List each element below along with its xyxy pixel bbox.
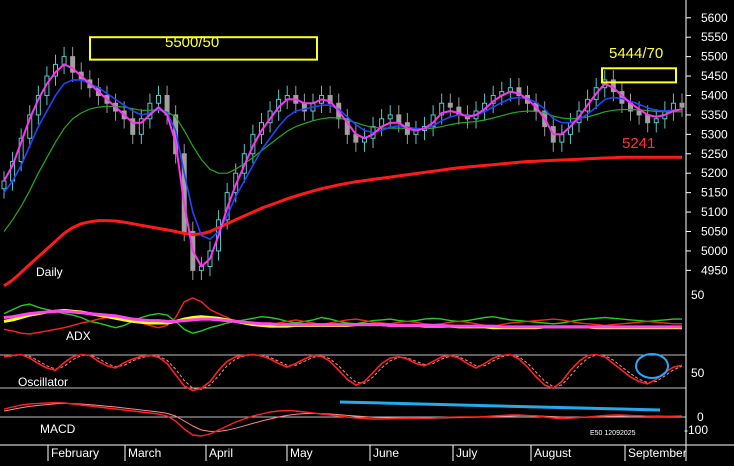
month-label: August <box>534 446 572 460</box>
price-tick-label: 5500 <box>701 50 728 64</box>
month-label: April <box>209 446 233 460</box>
price-tick-label: 5150 <box>701 186 728 200</box>
price-tick-label: 5000 <box>701 244 728 258</box>
month-label: May <box>290 446 313 460</box>
month-label: March <box>128 446 161 460</box>
price-tick-label: 5600 <box>701 11 728 25</box>
price-tick-label: 5450 <box>701 69 728 83</box>
price-tick-label: 5350 <box>701 108 728 122</box>
candle-body <box>387 114 393 120</box>
adx-tick-50: 50 <box>691 288 705 302</box>
candle-body <box>679 102 685 108</box>
price-tick-label: 5400 <box>701 88 728 102</box>
candle-body <box>636 110 642 116</box>
price-tick-label: 5200 <box>701 166 728 180</box>
month-label: February <box>51 446 99 460</box>
price-tick-label: 5300 <box>701 127 728 141</box>
box1-label: 5500/50 <box>165 34 219 51</box>
price-tick-label: 5250 <box>701 147 728 161</box>
pane-label-daily: Daily <box>36 265 63 279</box>
month-label: July <box>456 446 477 460</box>
price-tick-label: 5050 <box>701 224 728 238</box>
price-tick-label: 5100 <box>701 205 728 219</box>
chart-root: 5600 5550 5500 5450 5400 5350 5300 5250 5200 5150… <box>0 0 734 461</box>
candle-body <box>61 56 67 65</box>
price-tick-label: 4950 <box>701 263 728 277</box>
osc-tick-50: 50 <box>691 366 705 380</box>
macd-tick-0: 0 <box>697 410 704 424</box>
box2-label: 5444/70 <box>609 45 663 62</box>
price-tick-label: 5550 <box>701 30 728 44</box>
candle-body <box>396 114 402 124</box>
candle-body <box>447 102 453 108</box>
candle-body <box>155 94 161 104</box>
candle-body <box>559 133 565 143</box>
red-level-label: 5241 <box>622 135 655 152</box>
chart-svg: 5600 5550 5500 5450 5400 5350 5300 5250 5200 5150… <box>0 0 734 461</box>
month-label: June <box>373 446 399 460</box>
pane-label-macd: MACD <box>40 422 76 436</box>
pane-label-adx: ADX <box>66 329 91 343</box>
pane-label-oscillator: Oscillator <box>18 375 68 389</box>
candle-body <box>653 118 659 124</box>
footer-tag: E50 12092025 <box>590 430 636 437</box>
macd-tick-minus100: -100 <box>684 423 708 437</box>
month-label: September <box>628 446 687 460</box>
candle-body <box>1 180 7 190</box>
